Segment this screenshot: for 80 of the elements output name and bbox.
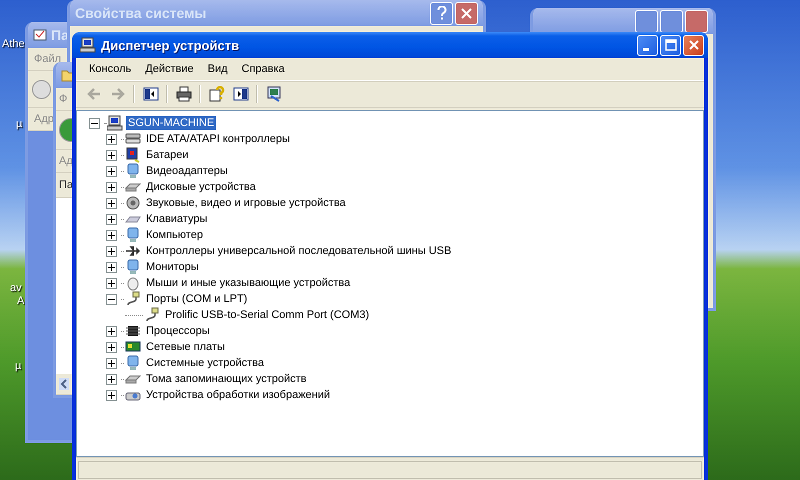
chip-icon: [125, 323, 141, 339]
desktop-icon-label[interactable]: µ: [15, 360, 22, 372]
expand-icon[interactable]: [106, 326, 117, 336]
collapse-icon[interactable]: [106, 294, 117, 304]
menu-item[interactable]: Справка: [234, 61, 292, 77]
computer-icon: [80, 37, 96, 53]
port-icon: [144, 307, 160, 323]
maximize-icon: [664, 39, 676, 51]
panel-icon: [142, 86, 158, 102]
monitor-icon: [125, 355, 141, 371]
scroll-left-icon[interactable]: [59, 378, 69, 390]
help-icon: [436, 6, 446, 20]
computer-icon: [107, 115, 123, 131]
tree-item[interactable]: IDE ATA/ATAPI контроллеры: [144, 132, 292, 146]
desktop-icon-label[interactable]: µ: [16, 118, 22, 130]
tree-item[interactable]: Устройства обработки изображений: [144, 388, 332, 402]
window-icon: [33, 28, 47, 42]
minimize-icon: [642, 48, 648, 50]
tree-item[interactable]: Компьютер: [144, 228, 205, 242]
close-button[interactable]: [685, 10, 708, 32]
minimize-button[interactable]: [637, 34, 658, 56]
expand-icon[interactable]: [106, 166, 117, 176]
menu-item[interactable]: Вид: [200, 61, 235, 77]
expand-icon[interactable]: [106, 230, 117, 240]
expand-icon[interactable]: [106, 358, 117, 368]
tree-item[interactable]: Сетевые платы: [144, 340, 227, 354]
address-label: Ад: [59, 155, 73, 167]
tree-item[interactable]: SGUN-MACHINE: [126, 116, 216, 130]
menu-item[interactable]: Действие: [138, 61, 201, 77]
monitor-icon: [125, 227, 141, 243]
expand-icon[interactable]: [106, 214, 117, 224]
expand-icon[interactable]: [106, 198, 117, 208]
window-title: Диспетчер устройств: [101, 38, 240, 52]
forward-arrow-icon: [110, 86, 126, 102]
tree-item[interactable]: Дисковые устройства: [144, 180, 258, 194]
port-icon: [125, 291, 141, 307]
tree-item[interactable]: Prolific USB-to-Serial Comm Port (COM3): [163, 308, 372, 322]
window-title: Свойства системы: [75, 5, 206, 21]
expand-icon[interactable]: [106, 150, 117, 160]
scan-hardware-icon: [266, 86, 282, 102]
tree-item[interactable]: Системные устройства: [144, 356, 266, 370]
tree-item[interactable]: Батареи: [144, 148, 191, 162]
tree-item[interactable]: Процессоры: [144, 324, 212, 338]
expand-icon[interactable]: [106, 278, 117, 288]
tree-item[interactable]: Видеоадаптеры: [144, 164, 230, 178]
tree-item[interactable]: Контроллеры универсальной последовательной шины USB: [144, 244, 454, 258]
help-icon: [208, 86, 224, 102]
tree-item[interactable]: Мыши и иные указывающие устройства: [144, 276, 352, 290]
menu-item[interactable]: Консоль: [82, 61, 138, 77]
address-label: Адр: [34, 113, 54, 125]
mouse-icon: [125, 275, 141, 291]
expand-icon[interactable]: [106, 342, 117, 352]
monitor-icon: [125, 163, 141, 179]
battery-icon: [125, 147, 141, 163]
back-arrow-icon: [86, 86, 102, 102]
desktop-icon-label[interactable]: Athe: [2, 38, 25, 50]
close-icon: [461, 8, 472, 18]
expand-icon[interactable]: [106, 390, 117, 400]
tree-item[interactable]: Порты (COM и LPT): [144, 292, 250, 306]
tree-item[interactable]: Клавиатуры: [144, 212, 210, 226]
expand-icon[interactable]: [106, 374, 117, 384]
expand-icon[interactable]: [106, 262, 117, 272]
collapse-icon[interactable]: [89, 118, 100, 128]
maximize-button[interactable]: [660, 34, 681, 56]
close-button[interactable]: [455, 2, 478, 24]
expand-icon[interactable]: [106, 246, 117, 256]
expand-icon[interactable]: [106, 134, 117, 144]
tree-item[interactable]: Мониторы: [144, 260, 201, 274]
monitor-icon: [125, 259, 141, 275]
tree-item[interactable]: Тома запоминающих устройств: [144, 372, 309, 386]
speaker-icon: [125, 195, 141, 211]
column-header[interactable]: Па: [59, 179, 74, 191]
expand-icon[interactable]: [106, 182, 117, 192]
printer-icon: [176, 86, 192, 102]
close-icon: [688, 39, 700, 51]
maximize-button[interactable]: [660, 10, 683, 32]
tree-item[interactable]: Звуковые, видео и игровые устройства: [144, 196, 348, 210]
minimize-button[interactable]: [635, 10, 658, 32]
close-button[interactable]: [683, 34, 704, 56]
panel-icon: [232, 86, 248, 102]
